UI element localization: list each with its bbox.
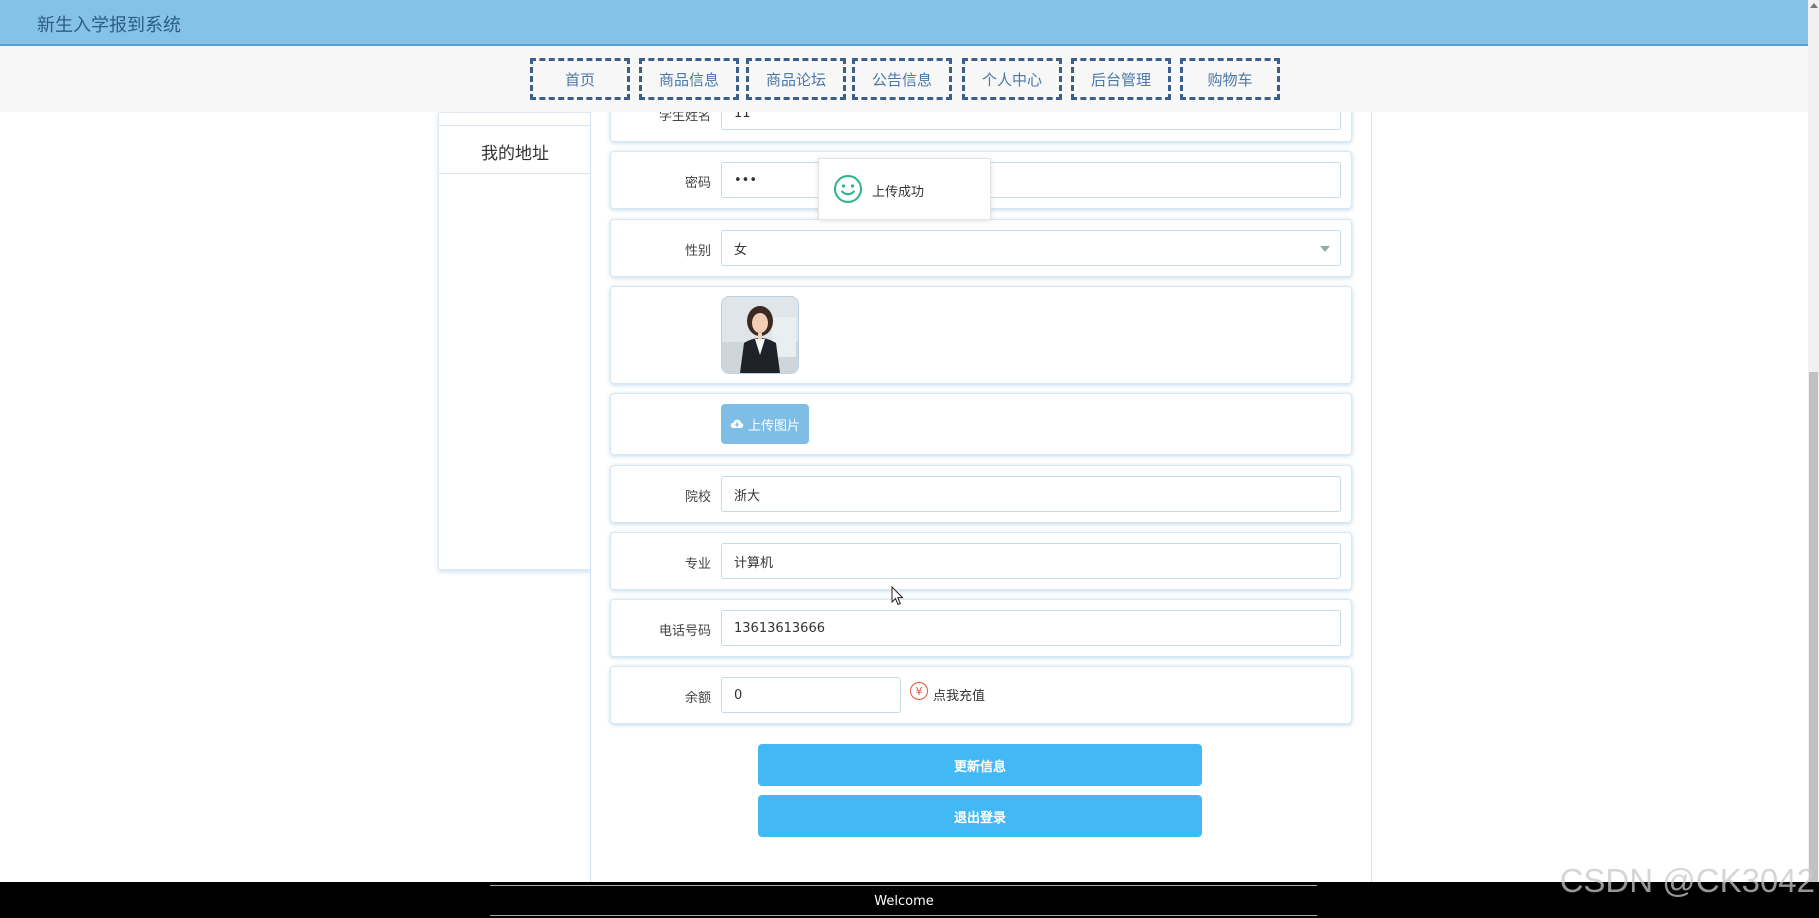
yuan-icon[interactable]: ¥ bbox=[910, 682, 928, 700]
mouse-cursor-icon bbox=[891, 586, 904, 606]
footer-welcome: Welcome bbox=[874, 894, 934, 909]
chevron-down-icon bbox=[1320, 246, 1330, 252]
form-row-avatar bbox=[610, 286, 1352, 384]
gender-label: 性别 bbox=[684, 244, 711, 259]
upload-success-toast: 上传成功 bbox=[818, 158, 991, 220]
nav-item-cart[interactable]: 购物车 bbox=[1180, 58, 1280, 100]
update-info-button[interactable]: 更新信息 bbox=[758, 744, 1202, 786]
nav-item-announcements[interactable]: 公告信息 bbox=[852, 58, 952, 100]
form-row-school: 院校 浙大 bbox=[610, 465, 1352, 523]
page-footer: Welcome bbox=[0, 882, 1819, 918]
nav-item-forum[interactable]: 商品论坛 bbox=[746, 58, 846, 100]
major-field[interactable]: 计算机 bbox=[721, 543, 1341, 579]
sidebar-item-my-address[interactable]: 我的地址 bbox=[439, 129, 591, 174]
nav-item-profile[interactable]: 个人中心 bbox=[962, 58, 1062, 100]
nav-item-products[interactable]: 商品信息 bbox=[639, 58, 739, 100]
form-row-balance: 余额 0 ¥ 点我充值 bbox=[610, 666, 1352, 724]
balance-label: 余额 bbox=[684, 691, 711, 706]
upload-image-button[interactable]: 上传图片 bbox=[721, 404, 809, 444]
password-field[interactable]: ••• bbox=[721, 162, 1341, 198]
form-row-phone: 电话号码 13613613666 bbox=[610, 599, 1352, 657]
major-label: 专业 bbox=[684, 557, 711, 572]
main-nav: 首页 商品信息 商品论坛 公告信息 个人中心 后台管理 购物车 bbox=[0, 46, 1808, 112]
page-scrollbar[interactable] bbox=[1808, 0, 1819, 918]
scrollbar-thumb[interactable] bbox=[1809, 372, 1818, 884]
footer-divider-bottom bbox=[490, 915, 1317, 916]
form-row-gender: 性别 女 bbox=[610, 219, 1352, 277]
password-label: 密码 bbox=[684, 176, 711, 191]
watermark: CSDN @CK3042 bbox=[1559, 862, 1815, 899]
smile-icon bbox=[834, 175, 862, 203]
footer-divider bbox=[490, 885, 1317, 886]
app-title: 新生入学报到系统 bbox=[37, 15, 181, 36]
toast-message: 上传成功 bbox=[872, 185, 925, 200]
avatar-image bbox=[721, 296, 799, 374]
form-row-upload: 上传图片 bbox=[610, 393, 1352, 455]
nav-item-home[interactable]: 首页 bbox=[530, 58, 630, 100]
phone-label: 电话号码 bbox=[658, 624, 711, 639]
phone-field[interactable]: 13613613666 bbox=[721, 610, 1341, 646]
form-row-major: 专业 计算机 bbox=[610, 532, 1352, 590]
school-field[interactable]: 浙大 bbox=[721, 476, 1341, 512]
recharge-link[interactable]: 点我充值 bbox=[933, 685, 985, 704]
gender-select-value: 女 bbox=[734, 242, 748, 258]
nav-item-admin[interactable]: 后台管理 bbox=[1071, 58, 1171, 100]
profile-sidebar: 我的地址 bbox=[438, 112, 592, 570]
gender-select[interactable]: 女 bbox=[721, 230, 1341, 266]
upload-button-label: 上传图片 bbox=[747, 418, 800, 434]
logout-button[interactable]: 退出登录 bbox=[758, 795, 1202, 837]
school-label: 院校 bbox=[684, 490, 711, 505]
balance-field[interactable]: 0 bbox=[721, 677, 901, 713]
sidebar-divider bbox=[439, 125, 591, 126]
cloud-upload-icon bbox=[730, 419, 744, 428]
top-header: 新生入学报到系统 bbox=[0, 0, 1808, 46]
scroll-up-icon[interactable] bbox=[1810, 3, 1818, 8]
